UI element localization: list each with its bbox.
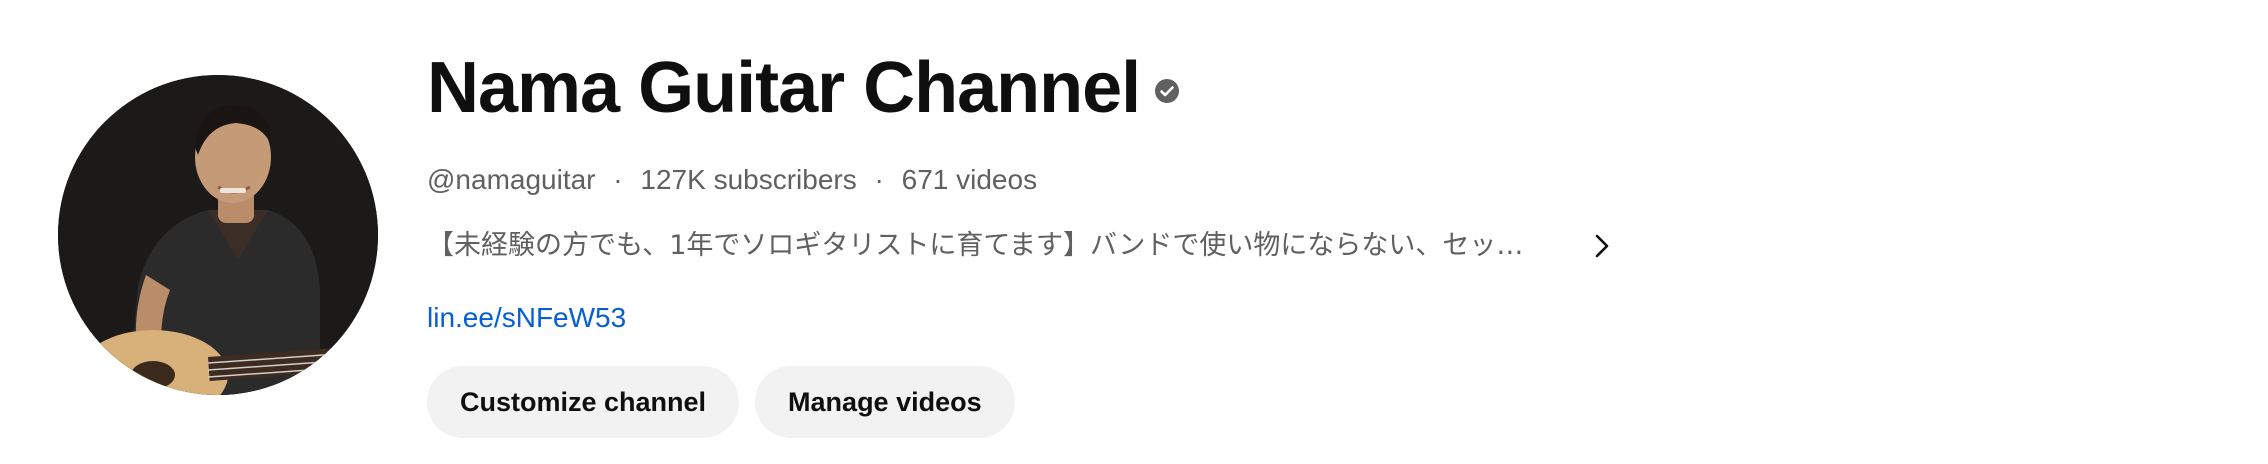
channel-link[interactable]: lin.ee/sNFeW53 — [427, 302, 626, 333]
customize-channel-button[interactable]: Customize channel — [427, 366, 740, 438]
channel-avatar[interactable] — [58, 75, 378, 395]
avatar-photo — [58, 75, 378, 395]
verified-check-icon — [1154, 78, 1180, 104]
title-row: Nama Guitar Channel — [427, 40, 2227, 136]
description-text: 【未経験の方でも、1年でソロギタリストに育てます】バンドで使い物にならない、セッ… — [427, 230, 1547, 261]
channel-header: Nama Guitar Channel @namaguitar · 127K s… — [0, 0, 2268, 464]
channel-description[interactable]: 【未経験の方でも、1年でソロギタリストに育てます】バンドで使い物にならない、セッ… — [427, 224, 2227, 268]
subscriber-count: 127K subscribers — [640, 164, 857, 195]
chevron-right-icon[interactable] — [1587, 231, 1617, 261]
channel-info: Nama Guitar Channel @namaguitar · 127K s… — [427, 40, 2227, 438]
channel-meta: @namaguitar · 127K subscribers · 671 vid… — [427, 160, 2227, 200]
link-row: lin.ee/sNFeW53 — [427, 298, 2227, 338]
channel-title: Nama Guitar Channel — [427, 48, 1141, 128]
channel-handle: @namaguitar — [427, 164, 596, 195]
manage-videos-button[interactable]: Manage videos — [755, 366, 1015, 438]
meta-separator: · — [613, 164, 623, 195]
meta-separator: · — [874, 164, 884, 195]
video-count: 671 videos — [901, 164, 1038, 195]
channel-actions: Customize channel Manage videos — [427, 366, 2227, 438]
